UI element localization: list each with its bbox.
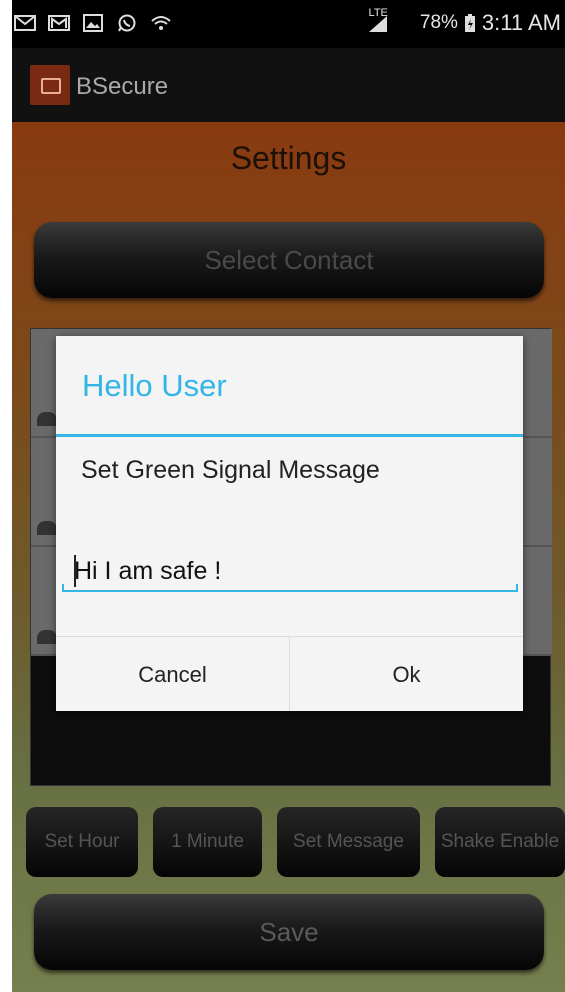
status-right: LTE 78% 3:11 AM [367,7,561,36]
network-type: LTE [368,7,388,19]
app-logo-icon[interactable] [30,65,70,105]
row-handle [37,630,57,644]
set-hour-button[interactable]: Set Hour [26,807,138,877]
whatsapp-icon [118,14,136,32]
clock: 3:11 AM [481,10,561,35]
text-cursor [74,555,76,587]
status-bar: LTE 78% 3:11 AM [12,0,565,48]
row-handle [37,412,57,426]
input-underline [62,584,518,592]
dialog-divider [56,434,523,437]
save-button[interactable]: Save [34,894,544,970]
row-handle [37,521,57,535]
mail-icon [14,15,36,31]
app-title: BSecure [76,73,169,100]
gmail-icon [48,15,70,31]
one-minute-button[interactable]: 1 Minute [153,807,262,877]
page-title: Settings [230,140,347,176]
image-icon [83,14,103,32]
wifi-icon [151,16,171,30]
battery-percent: 78% [419,12,458,33]
cancel-button[interactable]: Cancel [56,637,289,711]
set-message-button[interactable]: Set Message [277,807,420,877]
options-row: Set Hour 1 Minute Set Message Shake Enab… [26,807,565,877]
message-dialog: Hello User Set Green Signal Message Canc… [56,336,523,711]
dialog-message: Set Green Signal Message [81,456,380,484]
dialog-title: Hello User [82,368,227,403]
shake-enable-button[interactable]: Shake Enable [435,807,565,877]
app-screen: LTE 78% 3:11 AM BSecure Settings Select … [12,0,565,992]
action-bar: BSecure [12,48,565,122]
settings-screen: Settings Select Contact Set Hour 1 Minut… [12,122,565,992]
dialog-buttons: Cancel Ok [56,636,523,711]
message-input[interactable] [62,550,518,592]
battery-icon [464,14,475,32]
notification-icons [14,14,172,32]
ok-button[interactable]: Ok [289,637,523,711]
select-contact-button[interactable]: Select Contact [34,222,544,298]
